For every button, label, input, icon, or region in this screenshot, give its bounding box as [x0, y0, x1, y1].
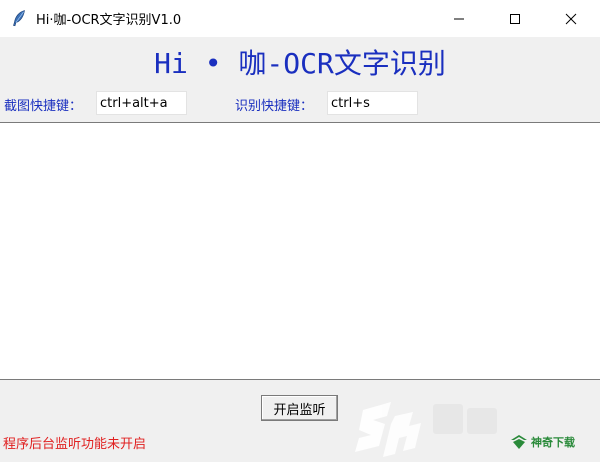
- status-text: 程序后台监听功能未开启: [3, 437, 147, 452]
- title-bar[interactable]: Hi·咖-OCR文字识别V1.0: [0, 0, 600, 37]
- close-button[interactable]: [548, 0, 594, 37]
- watermark-logo-icon: [355, 402, 497, 457]
- window-title: Hi·咖-OCR文字识别V1.0: [36, 13, 182, 28]
- minimize-button[interactable]: [436, 0, 482, 37]
- feather-icon: [10, 9, 28, 27]
- close-icon: [565, 13, 577, 24]
- app-heading: Hi • 咖-OCR文字识别: [154, 47, 446, 80]
- maximize-button[interactable]: [492, 0, 538, 37]
- screenshot-hotkey-label: 截图快捷键：: [4, 99, 83, 114]
- watermark-brand: 神奇下载: [510, 432, 575, 452]
- app-window: Hi·咖-OCR文字识别V1.0 Hi • 咖-OCR文字识别 截图快捷键： 识…: [0, 0, 600, 462]
- watermark-brand-text: 神奇下载: [531, 436, 575, 449]
- minimize-icon: [454, 18, 464, 19]
- start-listen-button[interactable]: 开启监听: [261, 395, 338, 421]
- maximize-icon: [510, 13, 520, 24]
- recognize-hotkey-input[interactable]: [327, 91, 418, 115]
- screenshot-hotkey-input[interactable]: [96, 91, 187, 115]
- ocr-result-textarea[interactable]: [0, 122, 600, 380]
- recognize-hotkey-label: 识别快捷键：: [235, 99, 314, 114]
- brand-logo-icon: [511, 435, 527, 449]
